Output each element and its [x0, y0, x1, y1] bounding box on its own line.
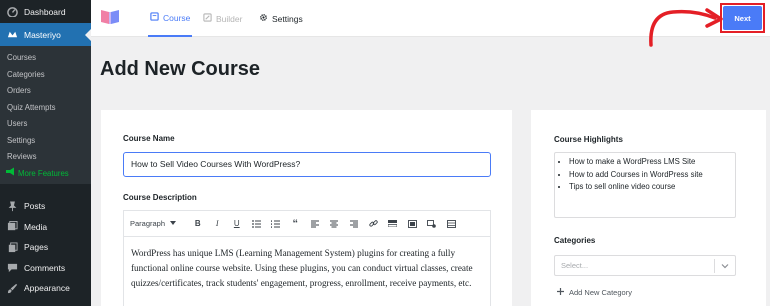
pages-icon — [6, 241, 18, 253]
bold-icon[interactable]: B — [188, 214, 208, 234]
highlights-list: How to make a WordPress LMS Site How to … — [555, 156, 735, 194]
tab-course[interactable]: Course — [148, 0, 193, 37]
pin-icon — [6, 200, 18, 212]
sidebar-item-label: Posts — [24, 201, 46, 212]
book-icon — [150, 12, 159, 23]
tab-settings[interactable]: Settings — [259, 0, 303, 37]
course-highlights-label: Course Highlights — [554, 135, 623, 144]
gear-icon — [259, 13, 268, 24]
tab-label: Settings — [272, 13, 303, 24]
tab-builder[interactable]: Builder — [203, 0, 242, 37]
admin-sidebar: Dashboard Masteriyo Courses Categories O… — [0, 0, 91, 306]
media-icon — [6, 221, 18, 233]
bullet-list-icon[interactable] — [247, 214, 267, 234]
image-icon[interactable] — [422, 214, 442, 234]
more-features-label: More Features — [18, 168, 69, 178]
megaphone-icon — [5, 166, 15, 183]
course-settings-card: Course Highlights How to make a WordPres… — [531, 110, 766, 306]
edit-icon — [203, 13, 212, 24]
comment-icon — [6, 262, 18, 274]
masteriyo-icon — [6, 29, 18, 41]
tab-label: Builder — [216, 13, 243, 24]
editor-content[interactable]: WordPress has unique LMS (Learning Manag… — [124, 237, 490, 290]
sidebar-item-media[interactable]: Media — [0, 217, 91, 238]
sidebar-item-posts[interactable]: Posts — [0, 196, 91, 217]
tab-label: Course — [163, 12, 191, 23]
submenu-item-reviews[interactable]: Reviews — [0, 149, 91, 166]
course-description-label: Course Description — [123, 193, 197, 202]
submenu-item-settings[interactable]: Settings — [0, 133, 91, 150]
sidebar-item-dashboard[interactable]: Dashboard — [0, 0, 91, 23]
page-title: Add New Course — [100, 58, 261, 80]
table-icon[interactable] — [442, 214, 462, 234]
dashboard-icon — [6, 6, 18, 18]
submenu-item-quiz-attempts[interactable]: Quiz Attempts — [0, 100, 91, 117]
description-editor: Paragraph B I U “ WordPress has unique L… — [123, 210, 491, 306]
submenu-item-courses[interactable]: Courses — [0, 50, 91, 67]
select-divider — [714, 259, 715, 273]
numbered-list-icon[interactable] — [266, 214, 286, 234]
sidebar-item-label: Dashboard — [24, 6, 66, 17]
align-right-icon[interactable] — [344, 214, 364, 234]
caret-down-icon — [170, 219, 177, 228]
categories-placeholder: Select... — [561, 261, 589, 270]
sidebar-item-appearance[interactable]: Appearance — [0, 278, 91, 299]
list-item: How to make a WordPress LMS Site — [569, 156, 735, 169]
submenu-item-orders[interactable]: Orders — [0, 83, 91, 100]
list-item: Tips to sell online video course — [569, 181, 735, 194]
submenu-item-more-features[interactable]: More Features — [0, 166, 91, 183]
link-icon[interactable] — [364, 214, 384, 234]
sidebar-item-label: Pages — [24, 242, 49, 253]
align-center-icon[interactable] — [325, 214, 345, 234]
categories-label: Categories — [554, 236, 596, 245]
add-new-category-link[interactable]: Add New Category — [557, 288, 632, 297]
sidebar-item-pages[interactable]: Pages — [0, 237, 91, 258]
submenu-item-users[interactable]: Users — [0, 116, 91, 133]
underline-icon[interactable]: U — [227, 214, 247, 234]
masteriyo-submenu: Courses Categories Orders Quiz Attempts … — [0, 46, 91, 184]
paragraph-select[interactable]: Paragraph — [130, 219, 188, 228]
paintbrush-icon — [6, 282, 18, 294]
sidebar-item-comments[interactable]: Comments — [0, 258, 91, 279]
sidebar-item-masteriyo[interactable]: Masteriyo — [0, 23, 91, 46]
annotation-arrow-icon — [649, 8, 723, 47]
course-name-label: Course Name — [123, 134, 175, 143]
masteriyo-logo-icon[interactable] — [100, 8, 120, 25]
add-category-label: Add New Category — [569, 288, 632, 297]
submenu-item-categories[interactable]: Categories — [0, 67, 91, 84]
categories-select[interactable]: Select... — [554, 255, 736, 276]
align-left-icon[interactable] — [305, 214, 325, 234]
course-name-input[interactable]: How to Sell Video Courses With WordPress… — [123, 152, 491, 177]
chevron-down-icon — [721, 262, 729, 270]
italic-icon[interactable]: I — [208, 214, 228, 234]
blockquote-icon[interactable]: “ — [286, 214, 306, 234]
more-icon[interactable] — [383, 214, 403, 234]
sidebar-item-label: Media — [24, 221, 48, 232]
plus-icon — [557, 288, 564, 297]
paragraph-select-label: Paragraph — [130, 219, 166, 228]
list-item: How to add Courses in WordPress site — [569, 169, 735, 182]
media-embed-icon[interactable] — [403, 214, 423, 234]
course-form-card: Course Name How to Sell Video Courses Wi… — [101, 110, 512, 306]
course-highlights-field[interactable]: How to make a WordPress LMS Site How to … — [554, 152, 736, 218]
sidebar-item-label: Comments — [24, 262, 66, 273]
sidebar-item-label: Masteriyo — [24, 29, 61, 40]
sidebar-item-label: Appearance — [24, 283, 70, 294]
editor-toolbar: Paragraph B I U “ — [124, 211, 490, 237]
